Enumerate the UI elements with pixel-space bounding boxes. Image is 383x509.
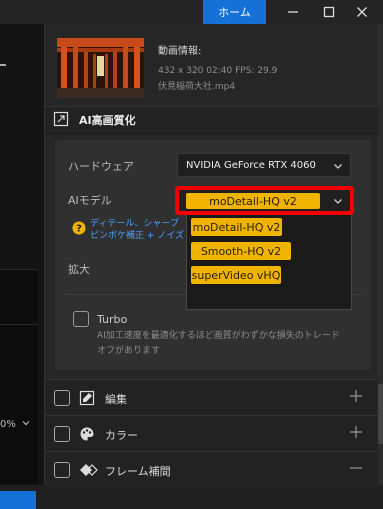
svg-text:?: ? xyxy=(76,224,82,235)
preview-panel: 0% xyxy=(0,24,44,509)
video-info-meta: 432 x 320 02:40 FPS: 29.9 xyxy=(158,66,278,76)
hardware-label: ハードウェア xyxy=(68,160,134,173)
help-icon[interactable]: ? xyxy=(72,221,86,235)
model-help-text-2: ピンボケ補正 + ノイズ xyxy=(90,231,184,241)
hardware-select[interactable]: NVIDIA GeForce RTX 4060 xyxy=(177,153,351,177)
video-thumbnail xyxy=(57,38,144,98)
frame-interpolation-icon xyxy=(80,464,98,476)
turbo-description: AI加工速度を最適化するほど画質がわずかな損失のトレードオフがあります xyxy=(97,331,340,356)
frame-interpolation-checkbox[interactable] xyxy=(54,462,70,478)
maximize-icon xyxy=(323,6,335,18)
chevron-down-icon[interactable] xyxy=(21,418,31,428)
model-option[interactable]: superVideo vHQ xyxy=(191,266,281,284)
model-option[interactable]: Smooth-HQ v2 xyxy=(191,242,291,260)
close-button[interactable] xyxy=(348,0,376,24)
chevron-down-icon xyxy=(334,164,342,169)
video-info-title: 動画情報: xyxy=(158,46,202,57)
accordion-edit[interactable]: 編集 xyxy=(45,379,378,415)
edit-checkbox[interactable] xyxy=(54,390,70,406)
accordion-label: 編集 xyxy=(105,393,127,406)
color-checkbox[interactable] xyxy=(54,426,70,442)
accordion-label: カラー xyxy=(105,429,138,442)
accordion-frame-interpolation[interactable]: フレーム補間 xyxy=(45,451,378,487)
maximize-button[interactable] xyxy=(315,0,343,24)
export-button[interactable] xyxy=(0,491,36,509)
home-tab[interactable]: ホーム xyxy=(203,0,266,24)
model-option[interactable]: moDetail-HQ v2 xyxy=(191,218,282,236)
hardware-value: NVIDIA GeForce RTX 4060 xyxy=(186,160,316,171)
ai-model-label: AIモデル xyxy=(68,194,112,207)
minimize-icon xyxy=(288,11,298,13)
preview-marker xyxy=(0,64,6,66)
video-filename: 伏見稲荷大社.mp4 xyxy=(158,82,236,92)
turbo-checkbox[interactable] xyxy=(73,311,89,327)
minus-icon[interactable] xyxy=(348,460,364,476)
minimize-button[interactable] xyxy=(279,0,307,24)
upscale-label: 拡大 xyxy=(68,263,90,276)
preview-area xyxy=(0,269,38,484)
edit-icon xyxy=(79,390,95,406)
expand-icon xyxy=(53,111,69,127)
accordion-color[interactable]: カラー xyxy=(45,415,378,451)
turbo-label: Turbo xyxy=(97,313,128,326)
plus-icon[interactable] xyxy=(348,424,364,440)
palette-icon xyxy=(80,427,94,441)
zoom-level[interactable]: 0% xyxy=(0,419,16,430)
plus-icon[interactable] xyxy=(348,388,364,404)
preview-divider xyxy=(0,324,38,325)
accordion-label: フレーム補間 xyxy=(105,465,171,478)
title-bar: ホーム xyxy=(0,0,383,24)
close-icon xyxy=(357,7,367,17)
ai-model-dropdown: moDetail-HQ v2 Smooth-HQ v2 superVideo v… xyxy=(186,212,352,310)
ai-section-title: AI高画質化 xyxy=(79,114,136,127)
settings-panel: 動画情報: 432 x 320 02:40 FPS: 29.9 伏見稲荷大社.m… xyxy=(44,24,383,487)
selection-highlight xyxy=(175,186,354,215)
